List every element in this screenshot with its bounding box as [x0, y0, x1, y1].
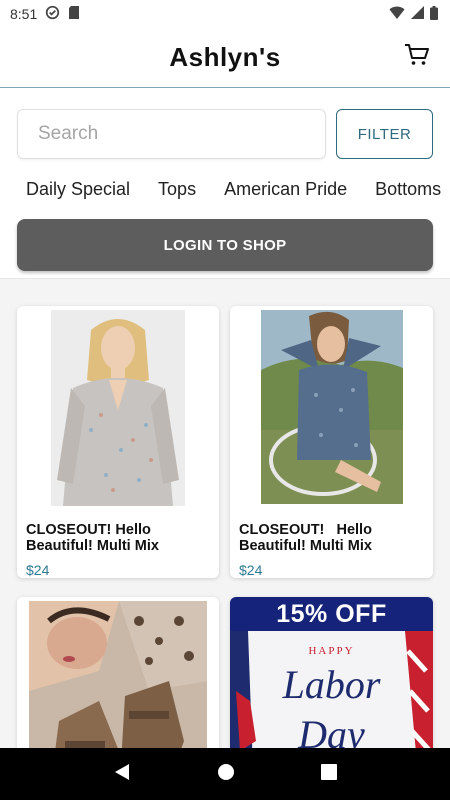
promo-top-word: HAPPY: [308, 645, 355, 657]
product-price: $24: [26, 562, 50, 578]
filter-button[interactable]: FILTER: [336, 109, 433, 159]
recents-button[interactable]: [321, 763, 337, 785]
status-time: 8:51: [10, 6, 38, 22]
sync-icon: [45, 5, 60, 23]
promo-card[interactable]: 15% OFF HAPPY Labor Day: [230, 597, 433, 748]
tab-american-pride[interactable]: American Pride: [224, 179, 347, 200]
product-name: CLOSEOUT! Hello Beautiful! Multi Mix: [26, 522, 159, 554]
promo-banner: 15% OFF HAPPY Labor Day: [230, 597, 433, 748]
product-image: [17, 306, 219, 514]
wifi-icon: [389, 6, 405, 23]
promo-line1: Labor: [282, 662, 381, 707]
status-left: 8:51: [10, 5, 80, 23]
search-input[interactable]: [17, 109, 326, 159]
cart-button[interactable]: [402, 42, 432, 72]
tab-bottoms[interactable]: Bottoms: [375, 179, 441, 200]
back-button[interactable]: [113, 763, 131, 786]
home-button[interactable]: [217, 763, 235, 786]
promo-line2: Day: [298, 712, 365, 748]
app-header: Ashlyn's: [0, 28, 450, 88]
product-card[interactable]: [17, 597, 219, 748]
signal-icon: [411, 6, 424, 22]
sd-card-icon: [68, 5, 80, 23]
login-to-shop-button[interactable]: LOGIN TO SHOP: [17, 219, 433, 271]
app-title: Ashlyn's: [169, 42, 281, 72]
category-tabs: Daily Special Tops American Pride Bottom…: [26, 172, 450, 206]
promo-body: HAPPY Labor Day: [230, 631, 433, 748]
product-card[interactable]: CLOSEOUT! Hello Beautiful! Multi Mix $24: [17, 306, 219, 578]
product-price: $24: [239, 562, 263, 578]
tab-daily-special[interactable]: Daily Special: [26, 179, 130, 200]
promo-discount: 15% OFF: [230, 597, 433, 631]
status-right: [389, 5, 438, 23]
home-icon: [217, 763, 235, 785]
product-card[interactable]: CLOSEOUT! Hello Beautiful! Multi Mix $24: [230, 306, 433, 578]
cart-icon: [404, 43, 430, 72]
product-name: CLOSEOUT! Hello Beautiful! Multi Mix: [239, 522, 376, 554]
battery-icon: [430, 5, 438, 23]
product-image: [17, 597, 219, 748]
system-nav-bar: [0, 748, 450, 800]
tab-tops[interactable]: Tops: [158, 179, 196, 200]
status-bar: 8:51: [0, 0, 450, 28]
recents-icon: [321, 763, 337, 784]
back-icon: [113, 763, 131, 785]
product-grid: CLOSEOUT! Hello Beautiful! Multi Mix $24…: [0, 278, 450, 748]
search-row: FILTER: [17, 109, 433, 159]
product-image: [230, 306, 433, 514]
